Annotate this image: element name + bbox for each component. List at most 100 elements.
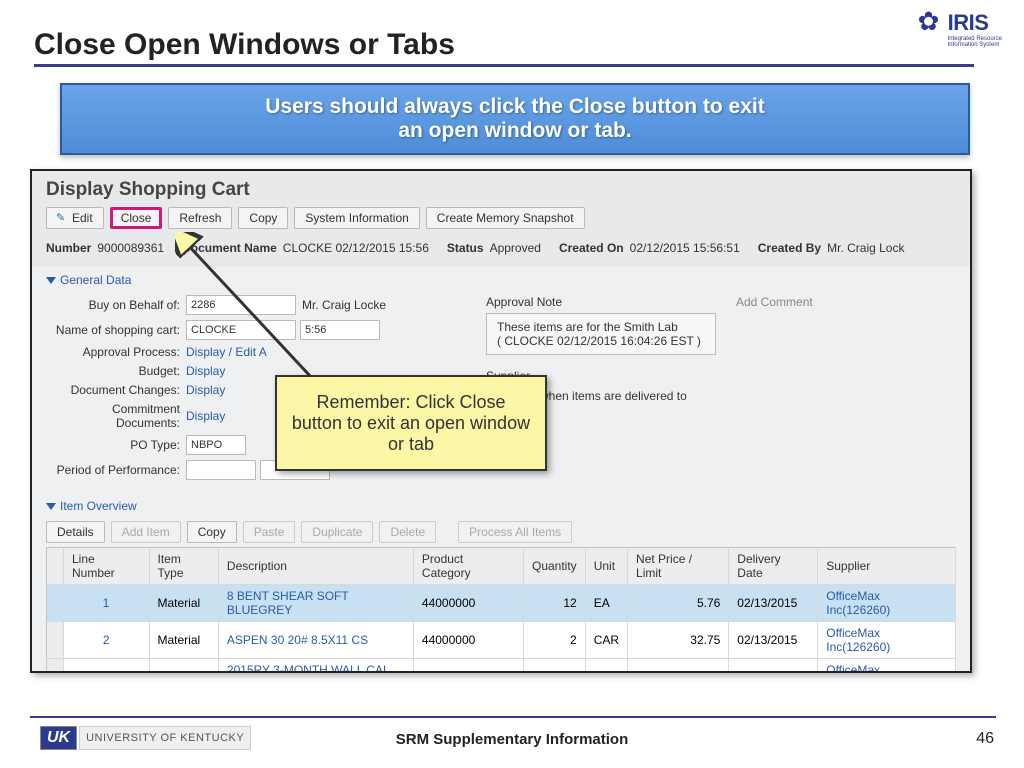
col-line-number[interactable]: Line Number [64,548,150,585]
iris-logo: IRIS Integrated Resource Information Sys… [916,10,1002,48]
cell-price: 5.76 [628,585,729,622]
system-information-button[interactable]: System Information [294,207,419,229]
col-item-type[interactable]: Item Type [149,548,218,585]
approval-note-title: Approval Note [486,295,716,309]
cell-description[interactable]: 8 BENT SHEAR SOFT BLUEGREY [218,585,413,622]
refresh-button[interactable]: Refresh [168,207,232,229]
doc-changes-label: Document Changes: [46,383,186,397]
cell-delivery-date: 02/13/2015 [729,622,818,659]
item-overview-header[interactable]: Item Overview [32,493,970,517]
col-net-price[interactable]: Net Price / Limit [628,548,729,585]
commitment-docs-label: Commitment Documents: [46,402,186,430]
table-row[interactable]: 3Material2015RY 3-MONTH WALL CAL 12X2744… [47,659,956,674]
cell-quantity: 12 [523,585,585,622]
number-value: 9000089361 [97,241,164,255]
cell-line-number[interactable]: 1 [64,585,150,622]
buy-on-behalf-label: Buy on Behalf of: [46,298,186,312]
detail-toolbar: Details Add Item Copy Paste Duplicate De… [32,517,970,547]
cell-supplier[interactable]: OfficeMax Inc(126260) [818,585,956,622]
supplier-title: Supplier [486,369,956,383]
paste-button[interactable]: Paste [243,521,296,543]
logo-text: IRIS [948,10,1002,36]
col-description[interactable]: Description [218,548,413,585]
footer-rule [30,716,996,718]
cart-name-label: Name of shopping cart: [46,323,186,337]
add-comment-link[interactable]: Add Comment [736,295,813,309]
row-selected-marker [47,585,64,622]
table-row[interactable]: 2MaterialASPEN 30 20# 8.5X11 CS440000002… [47,622,956,659]
cell-category: 44000000 [413,585,523,622]
cell-item-type: Material [149,659,218,674]
instruction-banner: Users should always click the Close butt… [60,83,970,155]
main-toolbar: Edit Close Refresh Copy System Informati… [46,207,956,229]
col-quantity[interactable]: Quantity [523,548,585,585]
cell-unit: EA [585,659,627,674]
cell-price: 32.75 [628,622,729,659]
duplicate-button[interactable]: Duplicate [301,521,373,543]
cell-line-number[interactable]: 3 [64,659,150,674]
detail-copy-button[interactable]: Copy [187,521,237,543]
created-on-value: 02/12/2015 15:56:51 [630,241,740,255]
cell-description[interactable]: 2015RY 3-MONTH WALL CAL 12X27 [218,659,413,674]
cell-item-type: Material [149,622,218,659]
cell-line-number[interactable]: 2 [64,622,150,659]
callout-text: Remember: Click Close button to exit an … [291,392,531,455]
app-header: Display Shopping Cart Edit Close Refresh… [32,171,970,267]
create-memory-snapshot-button[interactable]: Create Memory Snapshot [426,207,585,229]
banner-line1: Users should always click the Close butt… [265,95,764,118]
approval-note-line2: ( CLOCKE 02/12/2015 16:04:26 EST ) [497,334,705,348]
logo-sub2: Information System [948,42,1002,48]
cell-supplier[interactable]: OfficeMax Inc(126260) [818,659,956,674]
po-type-input[interactable] [186,435,246,455]
budget-label: Budget: [46,364,186,378]
col-product-category[interactable]: Product Category [413,548,523,585]
number-label: Number [46,241,91,255]
approval-note-line1: These items are for the Smith Lab [497,320,705,334]
cell-category: 44000000 [413,622,523,659]
approval-note-box: These items are for the Smith Lab ( CLOC… [486,313,716,355]
chevron-down-icon [46,503,56,510]
status-label: Status [447,241,484,255]
created-on-label: Created On [559,241,624,255]
cell-unit: CAR [585,622,627,659]
cell-quantity: 6 [523,659,585,674]
add-item-button[interactable]: Add Item [111,521,181,543]
details-button[interactable]: Details [46,521,105,543]
page-number: 46 [976,730,994,748]
row-select-cell[interactable] [47,659,64,674]
col-supplier[interactable]: Supplier [818,548,956,585]
slide-title: Close Open Windows or Tabs [34,28,974,67]
table-header-row: Line Number Item Type Description Produc… [47,548,956,585]
cell-item-type: Material [149,585,218,622]
chevron-down-icon [46,277,56,284]
created-by-label: Created By [758,241,821,255]
footer-title: SRM Supplementary Information [0,731,1024,748]
pencil-icon [57,213,68,224]
po-type-label: PO Type: [46,438,186,452]
app-title: Display Shopping Cart [46,179,956,201]
select-column-header[interactable] [47,548,64,585]
items-table: Line Number Item Type Description Produc… [46,547,956,673]
process-all-items-button[interactable]: Process All Items [458,521,572,543]
iris-flower-icon [916,10,944,48]
col-delivery-date[interactable]: Delivery Date [729,548,818,585]
cell-price: 5.67 [628,659,729,674]
table-row[interactable]: 1Material8 BENT SHEAR SOFT BLUEGREY44000… [47,585,956,622]
copy-button[interactable]: Copy [238,207,288,229]
period-from-input[interactable] [186,460,256,480]
cell-category: 44000000 [413,659,523,674]
cell-supplier[interactable]: OfficeMax Inc(126260) [818,622,956,659]
callout-box: Remember: Click Close button to exit an … [275,375,547,471]
period-label: Period of Performance: [46,463,186,477]
close-button[interactable]: Close [110,207,163,229]
approval-process-label: Approval Process: [46,345,186,359]
general-data-header[interactable]: General Data [32,267,970,291]
cell-delivery-date: 02/13/2015 [729,585,818,622]
edit-button[interactable]: Edit [46,207,104,229]
banner-line2: an open window or tab. [398,119,631,142]
cell-description[interactable]: ASPEN 30 20# 8.5X11 CS [218,622,413,659]
row-select-cell[interactable] [47,622,64,659]
delete-button[interactable]: Delete [379,521,436,543]
col-unit[interactable]: Unit [585,548,627,585]
cell-unit: EA [585,585,627,622]
